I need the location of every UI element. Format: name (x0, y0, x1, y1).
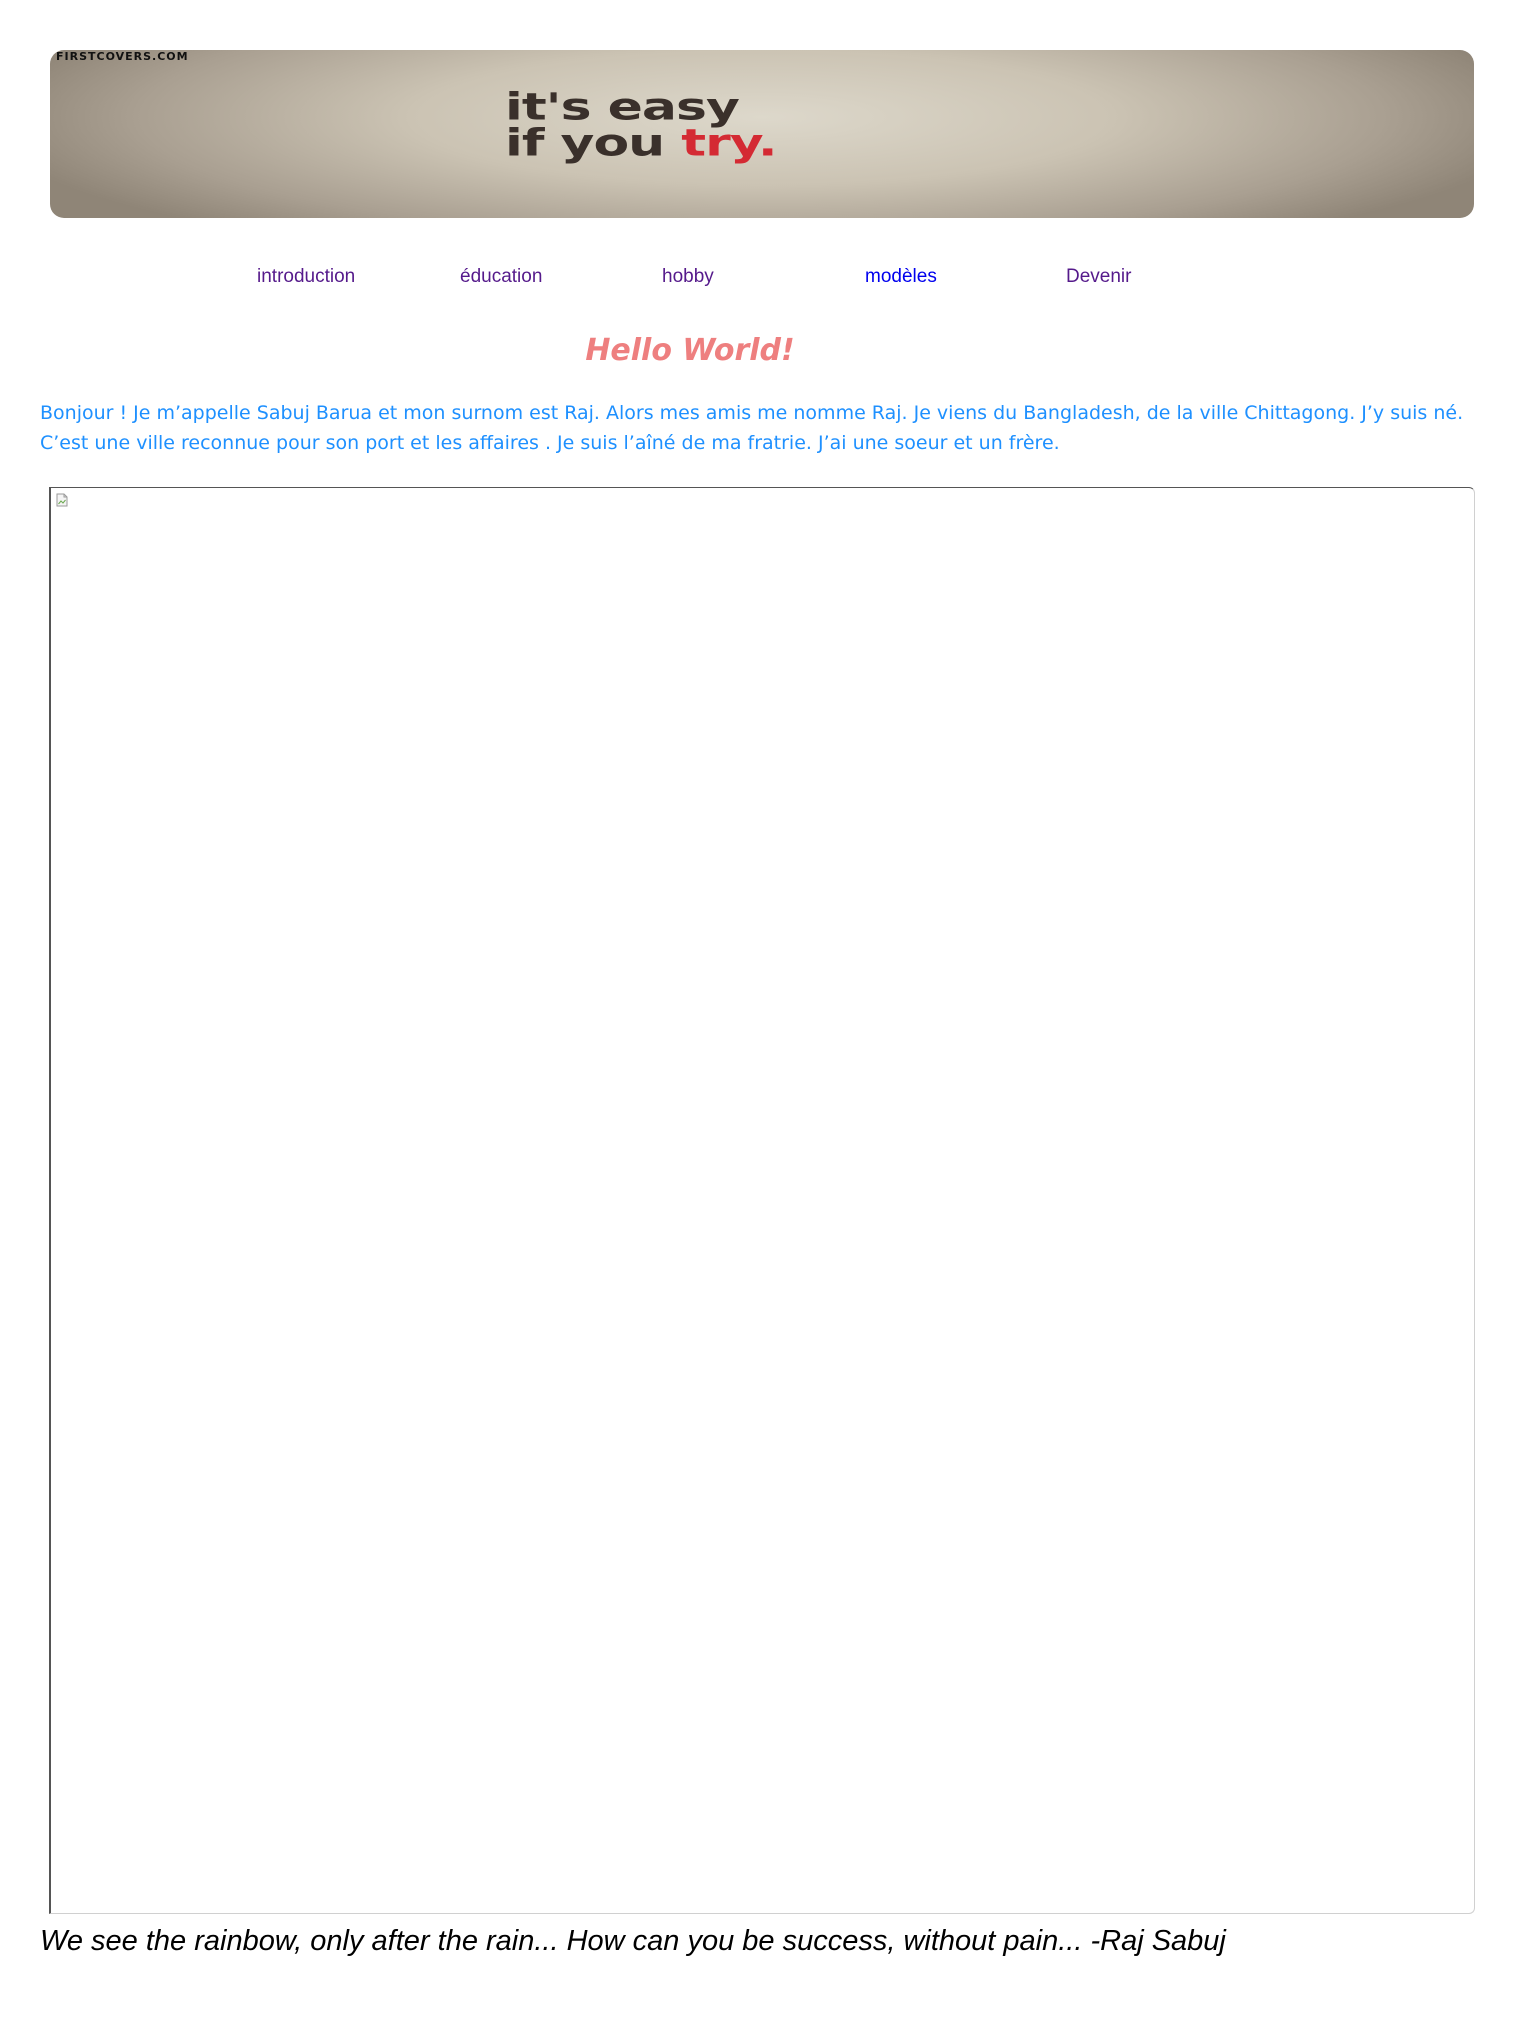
footer-quote: We see the rainbow, only after the rain.… (40, 1925, 1226, 1957)
banner-slogan-line2-prefix: if you (505, 121, 682, 165)
embedded-frame[interactable] (49, 487, 1475, 1914)
page-heading: Hello World! (585, 333, 795, 368)
main-nav: introduction éducation hobby modèles Dev… (0, 266, 1519, 290)
nav-link-hobby[interactable]: hobby (662, 266, 714, 288)
nav-link-education[interactable]: éducation (460, 266, 542, 288)
broken-image-icon (56, 493, 68, 507)
banner-slogan-line1: it's easy (505, 85, 740, 129)
intro-paragraph: Bonjour ! Je m’appelle Sabuj Barua et mo… (40, 402, 1464, 454)
nav-link-modeles[interactable]: modèles (865, 266, 937, 288)
banner-slogan: it's easy if you try. (505, 85, 778, 167)
header-banner: FIRSTCOVERS.COM it's easy if you try. (50, 50, 1474, 218)
banner-slogan-accent: try. (681, 121, 777, 165)
banner-credit: FIRSTCOVERS.COM (56, 50, 189, 63)
nav-link-devenir[interactable]: Devenir (1066, 266, 1131, 288)
nav-link-introduction[interactable]: introduction (257, 266, 355, 288)
banner-slogan-line2: if you try. (505, 125, 778, 162)
